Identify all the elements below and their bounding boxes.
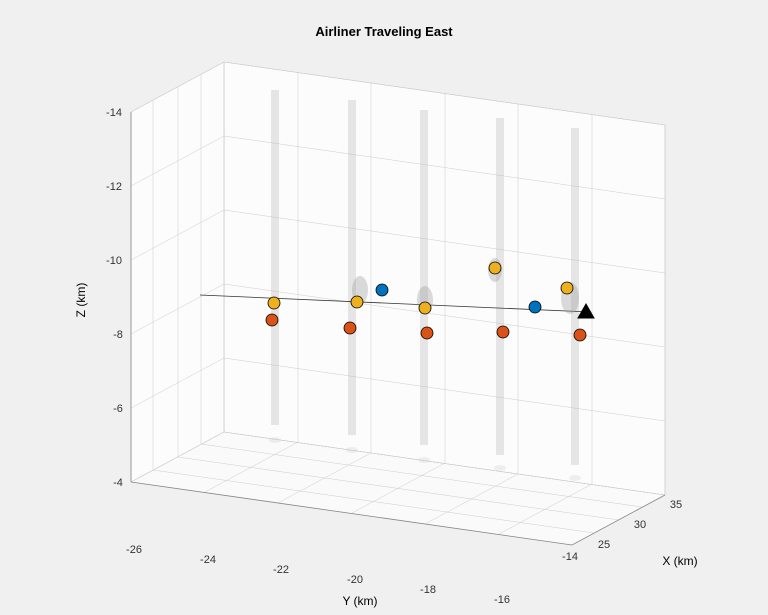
svg-text:30: 30 (634, 519, 646, 531)
svg-text:-20: -20 (347, 574, 363, 586)
svg-text:-6: -6 (113, 403, 123, 415)
y-axis-label: Y (km) (342, 594, 377, 608)
svg-text:35: 35 (670, 499, 682, 511)
axes-3d[interactable]: -14 -12 -10 -8 -6 -4 -24 -22 -20 -18 -16… (0, 0, 768, 615)
z-ticks: -14 -12 -10 -8 -6 -4 (106, 107, 123, 489)
svg-text:-24: -24 (200, 554, 216, 566)
x-axis-label: X (km) (662, 554, 697, 568)
svg-text:-12: -12 (106, 181, 122, 193)
z-axis-label: Z (km) (74, 283, 88, 318)
svg-text:-14: -14 (562, 551, 578, 563)
back-wall (224, 62, 665, 495)
svg-text:-18: -18 (420, 584, 436, 596)
svg-text:-16: -16 (494, 594, 510, 606)
figure-container: Airliner Traveling East (0, 0, 768, 615)
svg-text:-10: -10 (106, 255, 122, 267)
svg-text:-4: -4 (113, 477, 123, 489)
svg-text:-8: -8 (113, 329, 123, 341)
side-wall (131, 62, 224, 482)
svg-text:-14: -14 (106, 107, 122, 119)
svg-text:-22: -22 (273, 564, 289, 576)
svg-text:-26: -26 (126, 544, 142, 556)
svg-text:25: 25 (598, 539, 610, 551)
